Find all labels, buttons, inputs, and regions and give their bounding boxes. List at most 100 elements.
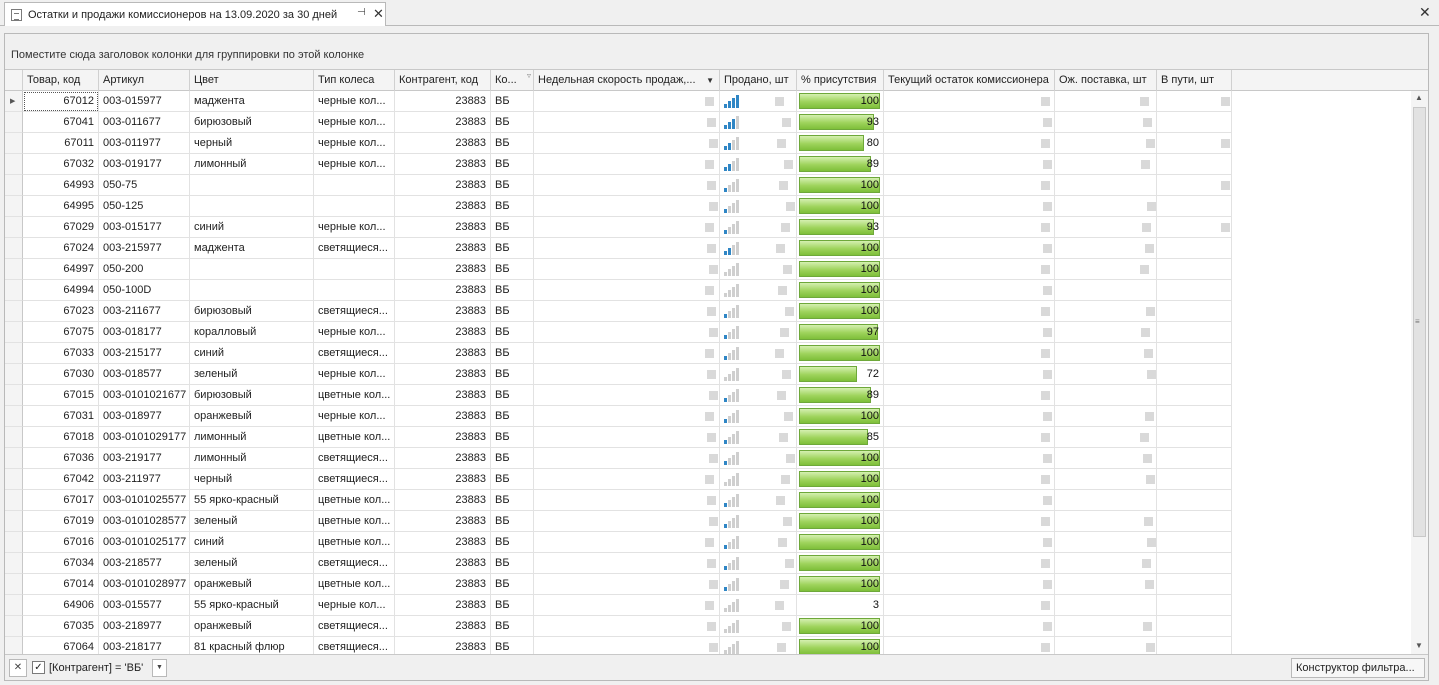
row-indicator[interactable]: ▶	[5, 91, 23, 112]
cell-in-transit[interactable]	[1157, 364, 1232, 385]
cell-art[interactable]: 003-015977	[99, 91, 190, 112]
cell-current-stock[interactable]	[884, 301, 1055, 322]
cell-k[interactable]: ВБ	[491, 343, 534, 364]
table-row[interactable]: 67018 003-0101029177 лимонный цветные кол..…	[5, 427, 1411, 448]
cell-wheel[interactable]: светящиеся...	[314, 301, 395, 322]
cell-current-stock[interactable]	[884, 91, 1055, 112]
row-indicator[interactable]	[5, 154, 23, 175]
cell-k[interactable]: ВБ	[491, 217, 534, 238]
cell-color[interactable]: черный	[190, 133, 314, 154]
cell-code[interactable]: 67041	[23, 112, 99, 133]
cell-wheel[interactable]: цветные кол...	[314, 490, 395, 511]
cell-art[interactable]: 003-218977	[99, 616, 190, 637]
cell-code[interactable]: 67042	[23, 469, 99, 490]
cell-wheel[interactable]: черные кол...	[314, 406, 395, 427]
filter-builder-button[interactable]: Конструктор фильтра...	[1291, 658, 1425, 678]
cell-sold[interactable]	[720, 238, 797, 259]
cell-color[interactable]: оранжевый	[190, 616, 314, 637]
column-header-5[interactable]: Контрагент, код	[395, 70, 491, 91]
cell-color[interactable]: маджента	[190, 238, 314, 259]
cell-weekly-speed[interactable]	[534, 469, 720, 490]
cell-presence[interactable]: 93	[797, 112, 884, 133]
cell-presence[interactable]: 100	[797, 532, 884, 553]
cell-wheel[interactable]: цветные кол...	[314, 385, 395, 406]
cell-current-stock[interactable]	[884, 322, 1055, 343]
cell-code[interactable]: 67017	[23, 490, 99, 511]
cell-art[interactable]: 003-0101029177	[99, 427, 190, 448]
cell-wheel[interactable]: светящиеся...	[314, 616, 395, 637]
cell-wheel[interactable]: черные кол...	[314, 133, 395, 154]
cell-art[interactable]: 003-018577	[99, 364, 190, 385]
cell-art[interactable]: 003-0101028577	[99, 511, 190, 532]
cell-wheel[interactable]: светящиеся...	[314, 343, 395, 364]
cell-in-transit[interactable]	[1157, 196, 1232, 217]
cell-expected-supply[interactable]	[1055, 175, 1157, 196]
row-indicator[interactable]	[5, 469, 23, 490]
cell-wheel[interactable]	[314, 259, 395, 280]
cell-art[interactable]: 003-218577	[99, 553, 190, 574]
table-row[interactable]: 64993 050-75 23883 ВБ 100	[5, 175, 1411, 196]
row-indicator[interactable]	[5, 343, 23, 364]
cell-presence[interactable]: 93	[797, 217, 884, 238]
cell-expected-supply[interactable]	[1055, 112, 1157, 133]
cell-color[interactable]: зеленый	[190, 511, 314, 532]
cell-current-stock[interactable]	[884, 553, 1055, 574]
cell-art[interactable]: 003-211677	[99, 301, 190, 322]
cell-code[interactable]: 64906	[23, 595, 99, 616]
cell-current-stock[interactable]	[884, 406, 1055, 427]
cell-k[interactable]: ВБ	[491, 301, 534, 322]
cell-current-stock[interactable]	[884, 574, 1055, 595]
cell-presence[interactable]: 100	[797, 469, 884, 490]
cell-color[interactable]: зеленый	[190, 364, 314, 385]
cell-presence[interactable]: 100	[797, 448, 884, 469]
cell-weekly-speed[interactable]	[534, 196, 720, 217]
cell-agent[interactable]: 23883	[395, 343, 491, 364]
cell-agent[interactable]: 23883	[395, 385, 491, 406]
cell-agent[interactable]: 23883	[395, 469, 491, 490]
row-indicator[interactable]	[5, 364, 23, 385]
row-indicator[interactable]	[5, 553, 23, 574]
table-row[interactable]: 67016 003-0101025177 синий цветные кол... 23…	[5, 532, 1411, 553]
cell-expected-supply[interactable]	[1055, 238, 1157, 259]
scroll-down-icon[interactable]: ▼	[1415, 641, 1423, 650]
cell-k[interactable]: ВБ	[491, 112, 534, 133]
group-panel[interactable]: Поместите сюда заголовок колонки для гру…	[5, 34, 1428, 70]
cell-agent[interactable]: 23883	[395, 322, 491, 343]
cell-current-stock[interactable]	[884, 364, 1055, 385]
cell-agent[interactable]: 23883	[395, 448, 491, 469]
cell-presence[interactable]: 72	[797, 364, 884, 385]
cell-weekly-speed[interactable]	[534, 133, 720, 154]
cell-presence[interactable]: 100	[797, 280, 884, 301]
cell-presence[interactable]: 100	[797, 553, 884, 574]
cell-code[interactable]: 67075	[23, 322, 99, 343]
cell-agent[interactable]: 23883	[395, 280, 491, 301]
row-indicator[interactable]	[5, 574, 23, 595]
row-indicator[interactable]	[5, 196, 23, 217]
cell-agent[interactable]: 23883	[395, 154, 491, 175]
table-row[interactable]: 67064 003-218177 81 красный флюр светящиеся…	[5, 637, 1411, 654]
cell-weekly-speed[interactable]	[534, 595, 720, 616]
cell-art[interactable]: 003-011977	[99, 133, 190, 154]
row-indicator[interactable]	[5, 406, 23, 427]
cell-wheel[interactable]: черные кол...	[314, 91, 395, 112]
window-close-icon[interactable]: ✕	[1419, 4, 1431, 21]
cell-current-stock[interactable]	[884, 196, 1055, 217]
cell-presence[interactable]: 100	[797, 91, 884, 112]
cell-color[interactable]: бирюзовый	[190, 112, 314, 133]
cell-code[interactable]: 67012	[23, 91, 99, 112]
cell-current-stock[interactable]	[884, 112, 1055, 133]
cell-wheel[interactable]	[314, 280, 395, 301]
cell-in-transit[interactable]	[1157, 343, 1232, 364]
column-header-9[interactable]: % присутствия	[797, 70, 884, 91]
cell-color[interactable]: лимонный	[190, 154, 314, 175]
cell-color[interactable]: коралловый	[190, 322, 314, 343]
cell-wheel[interactable]: черные кол...	[314, 595, 395, 616]
row-indicator[interactable]	[5, 322, 23, 343]
cell-sold[interactable]	[720, 595, 797, 616]
table-row[interactable]: 67041 003-011677 бирюзовый черные кол... 238…	[5, 112, 1411, 133]
cell-k[interactable]: ВБ	[491, 175, 534, 196]
cell-k[interactable]: ВБ	[491, 553, 534, 574]
cell-color[interactable]: черный	[190, 469, 314, 490]
cell-in-transit[interactable]	[1157, 469, 1232, 490]
cell-presence[interactable]: 100	[797, 238, 884, 259]
